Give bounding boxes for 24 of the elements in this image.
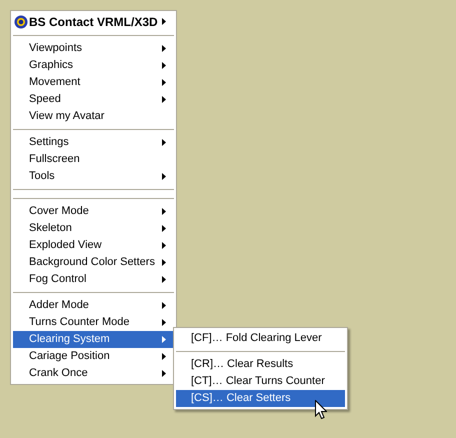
menu-item[interactable]: Fullscreen <box>13 151 174 168</box>
menu-item[interactable]: Clearing System <box>13 331 174 348</box>
menu-item[interactable]: Cover Mode <box>13 203 174 220</box>
menu-item[interactable]: Crank Once <box>13 365 174 382</box>
menu-item[interactable]: Turns Counter Mode <box>13 314 174 331</box>
menu-item[interactable]: Graphics <box>13 57 174 74</box>
menu-item[interactable]: [CS]… Clear Setters <box>176 390 345 407</box>
menu-item[interactable]: Cariage Position <box>13 348 174 365</box>
menu-item[interactable]: BS Contact VRML/X3D <box>13 13 174 31</box>
menu-item[interactable]: [CT]… Clear Turns Counter <box>176 373 345 390</box>
menu-item[interactable]: Viewpoints <box>13 40 174 57</box>
menu-item[interactable]: Exploded View <box>13 237 174 254</box>
menu-item[interactable]: Skeleton <box>13 220 174 237</box>
menu-item[interactable]: View my Avatar <box>13 108 174 125</box>
menu-item[interactable]: Settings <box>13 134 174 151</box>
menu-item[interactable]: Adder Mode <box>13 297 174 314</box>
menu-item[interactable]: Tools <box>13 168 174 185</box>
menu-item[interactable]: Movement <box>13 74 174 91</box>
menu-item[interactable]: [CR]… Clear Results <box>176 356 345 373</box>
menu-item[interactable]: [CF]… Fold Clearing Lever <box>176 330 345 347</box>
menu-item[interactable]: Fog Control <box>13 271 174 288</box>
menu-item[interactable]: Speed <box>13 91 174 108</box>
logo-icon <box>14 15 28 29</box>
menu-item[interactable]: Background Color Setters <box>13 254 174 271</box>
